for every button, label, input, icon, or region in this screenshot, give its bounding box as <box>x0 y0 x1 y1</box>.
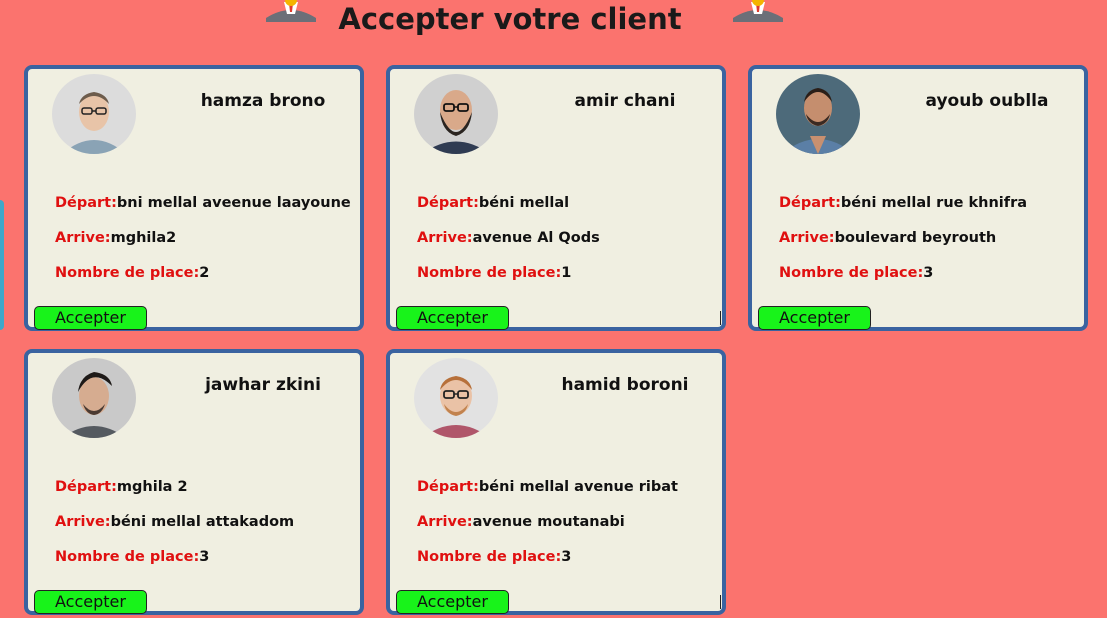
depart-label: Départ: <box>55 195 117 211</box>
avatar <box>414 74 498 154</box>
depart-label: Départ: <box>417 195 479 211</box>
depart-row: Départ:mghila 2 <box>55 479 188 495</box>
left-edge-strip <box>0 200 4 330</box>
avatar <box>52 358 136 438</box>
avatar <box>776 74 860 154</box>
depart-value: mghila 2 <box>116 479 188 495</box>
places-value: 1 <box>561 265 572 281</box>
accept-button[interactable]: Accepter <box>396 590 509 614</box>
places-label: Nombre de place: <box>55 549 200 565</box>
places-value: 3 <box>199 549 210 565</box>
depart-label: Départ: <box>55 479 117 495</box>
arrive-value: mghila2 <box>110 230 177 246</box>
places-value: 3 <box>923 265 934 281</box>
places-label: Nombre de place: <box>417 265 562 281</box>
client-card: jawhar zkini Départ:mghila 2 Arrive:béni… <box>24 349 364 615</box>
places-label: Nombre de place: <box>55 265 200 281</box>
arrive-label: Arrive: <box>417 514 473 530</box>
client-name: hamza brono <box>200 91 326 111</box>
accept-button[interactable]: Accepter <box>34 590 147 614</box>
places-value: 2 <box>199 265 210 281</box>
places-value: 3 <box>561 549 572 565</box>
person-icon <box>733 0 783 22</box>
places-row: Nombre de place:3 <box>55 549 209 565</box>
depart-value: béni mellal rue khnifra <box>840 195 1028 211</box>
arrive-label: Arrive: <box>55 230 111 246</box>
arrive-row: Arrive:béni mellal attakadom <box>55 514 294 530</box>
depart-value: béni mellal <box>478 195 570 211</box>
arrive-label: Arrive: <box>417 230 473 246</box>
arrive-value: béni mellal attakadom <box>110 514 295 530</box>
arrive-row: Arrive:mghila2 <box>55 230 176 246</box>
arrive-value: avenue Al Qods <box>472 230 600 246</box>
client-name: amir chani <box>574 91 676 111</box>
client-name: ayoub oublla <box>925 91 1049 111</box>
accept-button[interactable]: Accepter <box>396 306 509 330</box>
arrive-row: Arrive:avenue Al Qods <box>417 230 600 246</box>
depart-value: béni mellal avenue ribat <box>478 479 678 495</box>
client-card: amir chani Départ:béni mellal Arrive:ave… <box>386 65 726 331</box>
client-card: hamid boroni Départ:béni mellal avenue r… <box>386 349 726 615</box>
depart-label: Départ: <box>417 479 479 495</box>
client-name: hamid boroni <box>561 375 689 395</box>
depart-value: bni mellal aveenue laayoune <box>116 195 351 211</box>
places-row: Nombre de place:1 <box>417 265 571 281</box>
client-card: ayoub oublla Départ:béni mellal rue khni… <box>748 65 1088 331</box>
avatar <box>52 74 136 154</box>
depart-row: Départ:bni mellal aveenue laayoune <box>55 195 351 211</box>
arrive-label: Arrive: <box>55 514 111 530</box>
places-row: Nombre de place:3 <box>417 549 571 565</box>
places-row: Nombre de place:3 <box>779 265 933 281</box>
accept-button[interactable]: Accepter <box>34 306 147 330</box>
divider <box>720 311 721 325</box>
places-label: Nombre de place: <box>779 265 924 281</box>
client-card: hamza brono Départ:bni mellal aveenue la… <box>24 65 364 331</box>
arrive-value: avenue moutanabi <box>472 514 625 530</box>
places-row: Nombre de place:2 <box>55 265 209 281</box>
depart-row: Départ:béni mellal <box>417 195 569 211</box>
depart-row: Départ:béni mellal avenue ribat <box>417 479 678 495</box>
places-label: Nombre de place: <box>417 549 562 565</box>
client-name: jawhar zkini <box>205 375 321 395</box>
arrive-row: Arrive:avenue moutanabi <box>417 514 625 530</box>
divider <box>720 595 721 609</box>
accept-button[interactable]: Accepter <box>758 306 871 330</box>
depart-label: Départ: <box>779 195 841 211</box>
arrive-row: Arrive:boulevard beyrouth <box>779 230 996 246</box>
arrive-label: Arrive: <box>779 230 835 246</box>
arrive-value: boulevard beyrouth <box>834 230 997 246</box>
page-header: Accepter votre client <box>0 0 1107 40</box>
depart-row: Départ:béni mellal rue khnifra <box>779 195 1027 211</box>
page-title: Accepter votre client <box>338 2 682 36</box>
avatar <box>414 358 498 438</box>
